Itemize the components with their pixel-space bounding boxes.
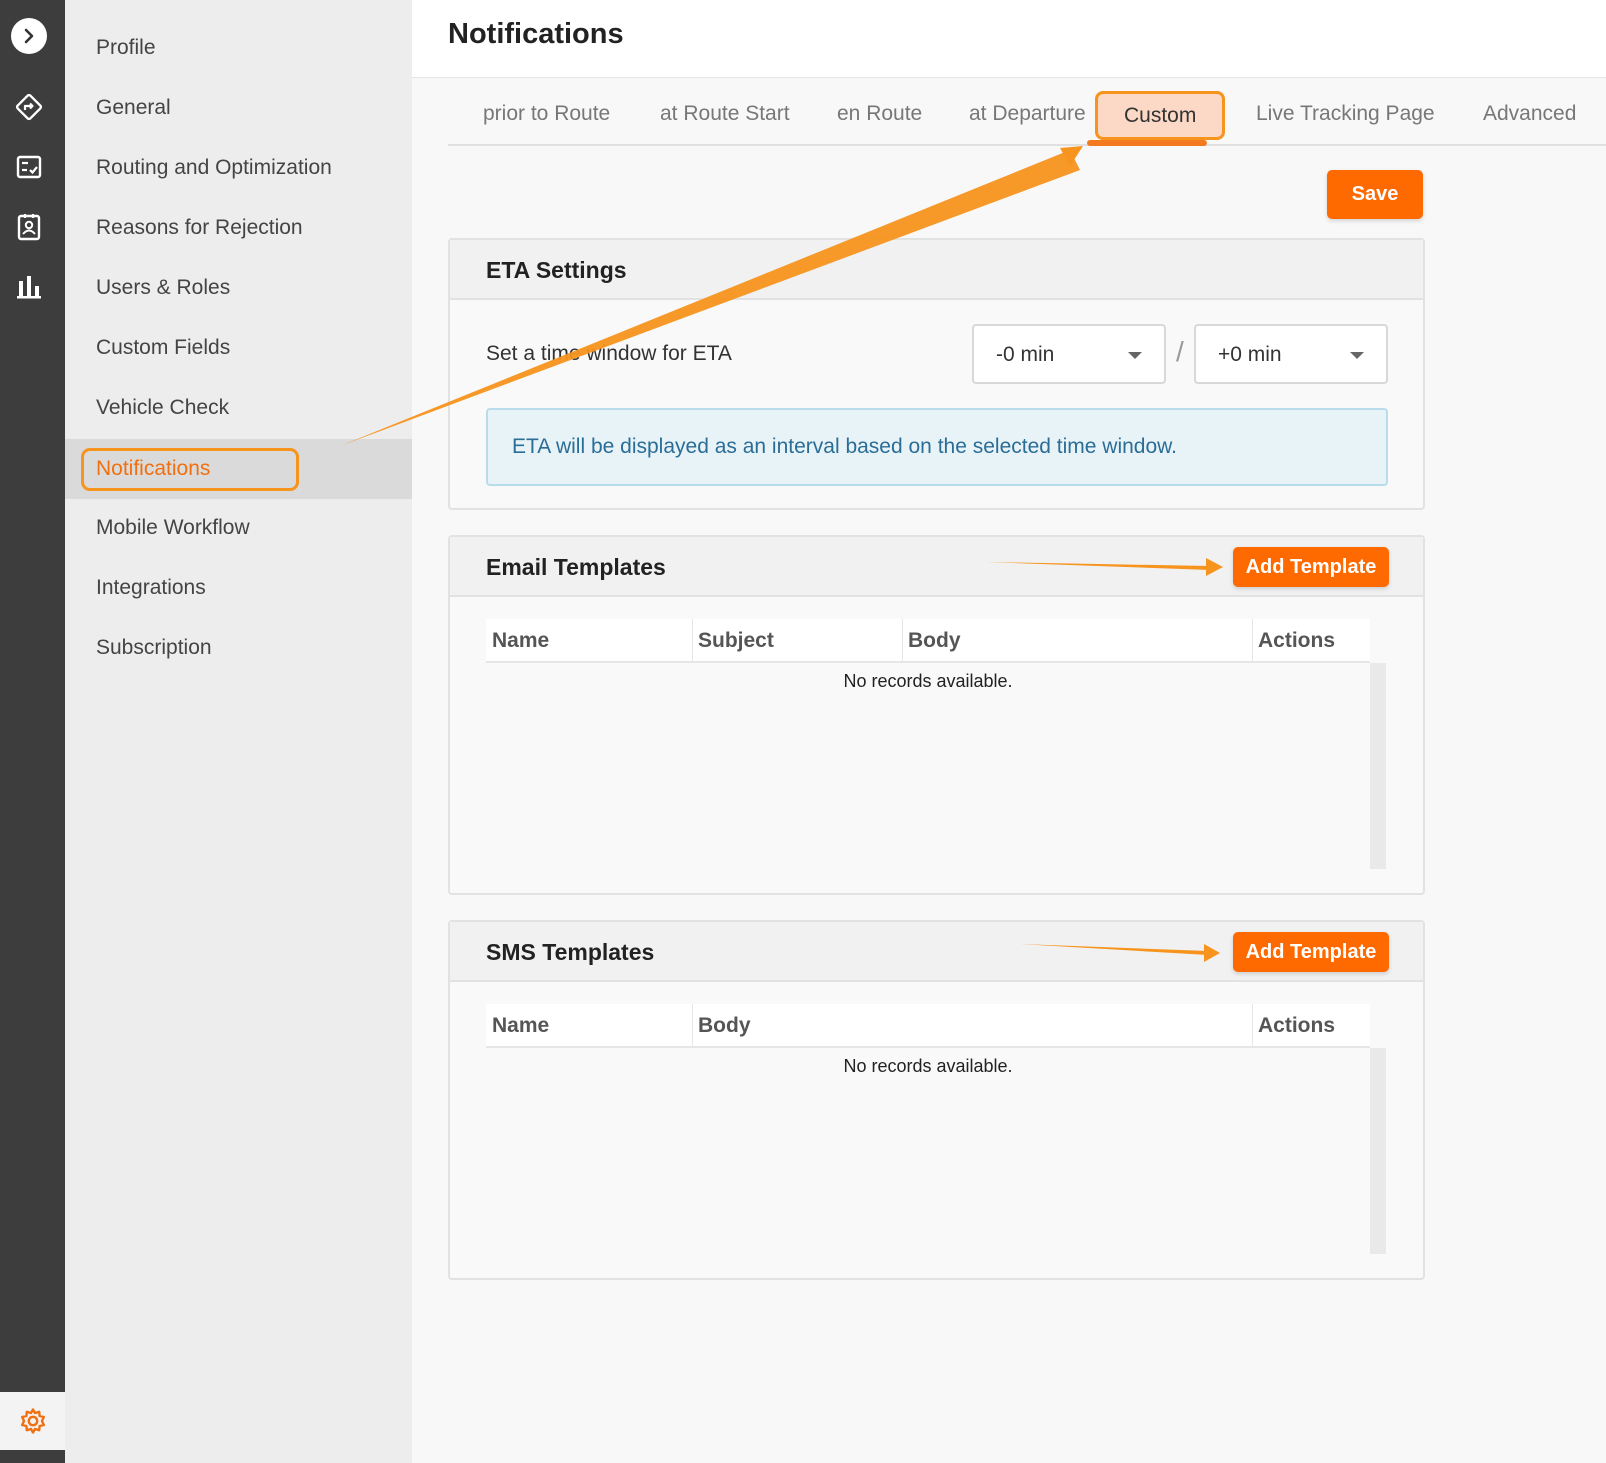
sidebar-item-mobile-workflow[interactable]: Mobile Workflow [65,498,412,558]
grid-header: Name Body Actions [486,1004,1370,1048]
eta-window-label: Set a time window for ETA [486,342,732,365]
sms-templates-card: SMS Templates Add Template Name Body Act… [448,920,1425,1280]
sidebar-item-label: Profile [96,36,156,59]
sidebar-item-routing-optimization[interactable]: Routing and Optimization [65,138,412,198]
save-button[interactable]: Save [1327,170,1423,219]
bar-chart-icon[interactable] [12,270,46,304]
email-templates-card: Email Templates Add Template Name Subjec… [448,535,1425,895]
column-body[interactable]: Body [902,619,1252,663]
checklist-icon[interactable] [12,150,46,184]
eta-info-text: ETA will be displayed as an interval bas… [512,435,1177,458]
tab-en-route[interactable]: en Route [837,102,922,126]
icon-rail [0,0,65,1463]
column-actions[interactable]: Actions [1252,1004,1370,1048]
sidebar-item-label: Reasons for Rejection [96,216,303,239]
eta-after-value: +0 min [1218,343,1282,366]
chevron-right-icon[interactable] [11,18,47,54]
column-name[interactable]: Name [486,619,692,663]
active-tab-indicator [1087,140,1207,146]
settings-sidebar: Profile General Routing and Optimization… [65,0,412,1463]
grid-header: Name Subject Body Actions [486,619,1370,663]
column-body[interactable]: Body [692,1004,1252,1048]
grid-scrollbar[interactable] [1370,663,1386,869]
page-header: Notifications [412,0,1606,78]
tab-live-tracking-page[interactable]: Live Tracking Page [1256,102,1435,126]
tab-at-route-start[interactable]: at Route Start [660,102,790,126]
tab-at-departure[interactable]: at Departure [969,102,1086,126]
sidebar-item-profile[interactable]: Profile [65,18,412,78]
sidebar-item-users-roles[interactable]: Users & Roles [65,258,412,318]
sms-templates-title: SMS Templates [486,939,655,965]
eta-settings-title: ETA Settings [486,257,627,283]
eta-after-select[interactable]: +0 min [1194,324,1388,384]
contact-card-icon[interactable] [12,210,46,244]
sidebar-item-label: Mobile Workflow [96,516,250,539]
eta-info-box: ETA will be displayed as an interval bas… [486,408,1388,486]
eta-before-select[interactable]: -0 min [972,324,1166,384]
sidebar-item-reasons-for-rejection[interactable]: Reasons for Rejection [65,198,412,258]
empty-message: No records available. [843,671,1013,691]
caret-down-icon [1128,352,1142,359]
sidebar-item-label: Routing and Optimization [96,156,332,179]
grid-scrollbar[interactable] [1370,1048,1386,1254]
caret-down-icon [1350,352,1364,359]
sidebar-item-label: Users & Roles [96,276,231,299]
column-name[interactable]: Name [486,1004,692,1048]
notification-tabs: prior to Route at Route Start en Route a… [448,90,1606,146]
sidebar-item-label: Notifications [96,457,211,480]
tab-prior-to-route[interactable]: prior to Route [483,102,610,126]
column-actions[interactable]: Actions [1252,619,1370,663]
eta-before-value: -0 min [996,343,1055,366]
sidebar-item-general[interactable]: General [65,78,412,138]
gear-icon[interactable] [0,1392,65,1450]
sidebar-item-label: Custom Fields [96,336,231,359]
card-header: ETA Settings [450,240,1423,300]
main-content: Notifications prior to Route at Route St… [412,0,1606,1463]
page-title: Notifications [448,18,624,50]
sidebar-item-custom-fields[interactable]: Custom Fields [65,318,412,378]
sidebar-item-notifications[interactable]: Notifications [65,439,412,499]
eta-separator: / [1176,336,1184,367]
column-subject[interactable]: Subject [692,619,902,663]
sidebar-item-label: Vehicle Check [96,396,230,419]
empty-message: No records available. [843,1056,1013,1076]
sidebar-item-label: General [96,96,171,119]
sidebar-item-subscription[interactable]: Subscription [65,618,412,678]
sidebar-item-vehicle-check[interactable]: Vehicle Check [65,378,412,438]
sidebar-item-integrations[interactable]: Integrations [65,558,412,618]
eta-settings-card: ETA Settings Set a time window for ETA -… [448,238,1425,510]
sidebar-item-label: Integrations [96,576,206,599]
tab-advanced[interactable]: Advanced [1483,102,1576,126]
route-icon[interactable] [12,90,46,124]
sidebar-item-label: Subscription [96,636,212,659]
add-sms-template-button[interactable]: Add Template [1233,932,1389,972]
tab-custom[interactable]: Custom [1095,91,1226,140]
email-templates-title: Email Templates [486,554,666,580]
add-email-template-button[interactable]: Add Template [1233,547,1389,587]
